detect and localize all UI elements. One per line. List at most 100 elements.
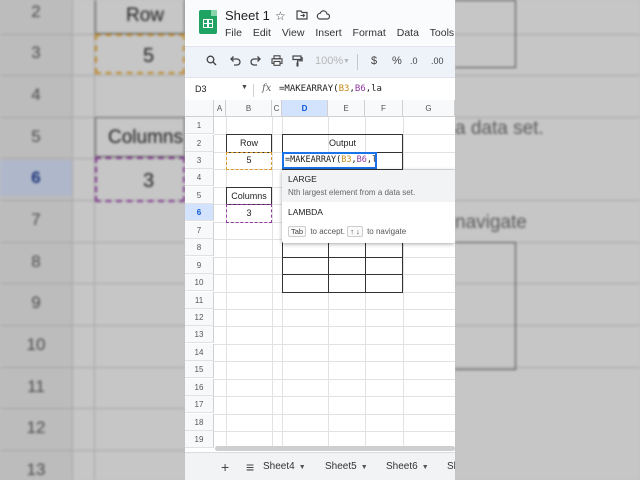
star-icon[interactable]: ☆ <box>275 9 286 23</box>
blurred-background-left: 2 3 4 5 6 7 8 9 10 11 12 13 Row 5 Column… <box>0 0 185 480</box>
autocomplete-hint: Tab to accept. ↑ ↓ to navigate <box>288 226 406 237</box>
menu-bar: File Edit View Insert Format Data Tools … <box>225 27 455 39</box>
phone-screen: Sheet 1 ☆ File Edit View Insert Format D… <box>185 0 455 480</box>
sheets-logo-icon[interactable] <box>199 10 217 34</box>
toolbar: 100% ▼ $ % .0 .00 <box>185 46 455 78</box>
row-header[interactable]: 16 <box>185 379 214 396</box>
bg-row-number: 8 <box>31 252 41 271</box>
row-header[interactable]: 11 <box>185 292 214 309</box>
autocomplete-item-large[interactable]: LARGE Nth largest element from a data se… <box>282 170 455 202</box>
column-header-f[interactable]: F <box>365 100 403 117</box>
column-header-b[interactable]: B <box>226 100 272 117</box>
arrow-keys: ↑ ↓ <box>347 226 363 237</box>
add-sheet-icon[interactable]: + <box>221 459 229 475</box>
formula-bar: D3 ▼ fx =MAKEARRAY(B3,B6,la <box>185 81 455 101</box>
currency-button[interactable]: $ <box>371 55 377 68</box>
name-box[interactable]: D3 <box>195 84 207 94</box>
menu-insert[interactable]: Insert <box>315 27 341 39</box>
menu-edit[interactable]: Edit <box>253 27 271 39</box>
row-header[interactable]: 9 <box>185 257 214 274</box>
blurred-background-right: a data set. navigate <box>455 0 640 480</box>
zoom-select[interactable]: 100% <box>315 55 343 68</box>
percent-button[interactable]: % <box>392 55 402 68</box>
menu-format[interactable]: Format <box>353 27 386 39</box>
paint-format-icon[interactable] <box>292 55 303 71</box>
column-header-g[interactable]: G <box>403 100 455 117</box>
cell-b3-row-value[interactable]: 5 <box>226 152 272 170</box>
increase-decimal-button[interactable]: .00 <box>431 55 444 68</box>
bg-row-number: 11 <box>27 377 45 396</box>
cell-b6-columns-value[interactable]: 3 <box>226 204 272 223</box>
row-header[interactable]: 17 <box>185 396 214 413</box>
sheet-tab-6[interactable]: Sheet6 ▼ <box>386 461 429 472</box>
row-header[interactable]: 2 <box>185 135 214 152</box>
bg-row-number: 7 <box>31 210 41 229</box>
bg-row-number: 5 <box>31 127 41 146</box>
bg-row-number: 13 <box>26 460 46 479</box>
undo-icon[interactable] <box>229 55 241 70</box>
bg-row-number: 4 <box>31 85 41 104</box>
name-box-caret-icon[interactable]: ▼ <box>241 84 248 91</box>
bg-row-number: 9 <box>31 293 41 312</box>
navigate-hint-text: to navigate <box>367 227 407 236</box>
row-header[interactable]: 14 <box>185 344 214 361</box>
tab-key: Tab <box>288 226 307 237</box>
row-header[interactable]: 6 <box>185 204 214 221</box>
cloud-icon[interactable] <box>316 9 331 23</box>
row-header[interactable]: 8 <box>185 239 214 256</box>
menu-view[interactable]: View <box>282 27 305 39</box>
row-header[interactable]: 18 <box>185 414 214 431</box>
row-header[interactable]: 12 <box>185 309 214 326</box>
menu-tools[interactable]: Tools <box>430 27 455 39</box>
sheet-tab-4[interactable]: Sheet4 ▼ <box>263 461 306 472</box>
decrease-decimal-button[interactable]: .0 <box>410 55 418 68</box>
output-header[interactable]: Output <box>282 134 403 153</box>
sheet-tab-7[interactable]: Sh <box>447 461 455 472</box>
cell-b5-columns-label[interactable]: Columns <box>226 187 272 205</box>
column-header-d[interactable]: D <box>282 100 328 117</box>
app-header: Sheet 1 ☆ File Edit View Insert Format D… <box>185 0 455 44</box>
bg-row-number: 6 <box>0 160 72 196</box>
column-header-e[interactable]: E <box>328 100 365 117</box>
document-title[interactable]: Sheet 1 <box>225 8 270 23</box>
row-header[interactable]: 13 <box>185 326 214 343</box>
bg-row-number: 3 <box>31 43 41 62</box>
bg-row-label: Row <box>95 0 185 34</box>
row-header[interactable]: 3 <box>185 152 214 169</box>
formula-input[interactable]: =MAKEARRAY(B3,B6,la <box>279 84 382 94</box>
row-header[interactable]: 7 <box>185 222 214 239</box>
spreadsheet-grid[interactable]: A B C D E F G 1 2 3 4 5 6 7 8 9 10 11 12… <box>185 100 455 450</box>
print-icon[interactable] <box>271 55 283 70</box>
move-folder-icon[interactable] <box>296 9 308 23</box>
row-header[interactable]: 5 <box>185 187 214 204</box>
accept-hint-text: to accept. <box>310 227 346 236</box>
fx-icon: fx <box>262 83 272 94</box>
bg-right-text: navigate <box>455 212 527 233</box>
row-header[interactable]: 1 <box>185 117 214 134</box>
all-sheets-menu-icon[interactable]: ≡ <box>246 459 254 475</box>
zoom-caret-icon[interactable]: ▼ <box>343 55 350 68</box>
function-autocomplete-popup: LARGE Nth largest element from a data se… <box>282 170 455 243</box>
active-cell-editor[interactable]: =MAKEARRAY(B3,B6,la <box>282 152 377 169</box>
horizontal-scrollbar[interactable] <box>215 446 455 451</box>
search-menus-icon[interactable] <box>206 55 217 70</box>
menu-data[interactable]: Data <box>397 27 419 39</box>
row-header[interactable]: 4 <box>185 169 214 186</box>
bg-columns-label: Columns <box>95 117 185 157</box>
redo-icon[interactable] <box>250 55 262 70</box>
row-header[interactable]: 19 <box>185 431 214 448</box>
sheet-tab-5[interactable]: Sheet5 ▼ <box>325 461 368 472</box>
bg-row-number: 10 <box>26 335 46 354</box>
row-header[interactable]: 10 <box>185 274 214 291</box>
row-header[interactable]: 15 <box>185 361 214 378</box>
sheet-tab-bar: + ≡ Sheet4▼ Sheet5▼ Sheet6▼ Sh <box>185 452 455 480</box>
bg-row-number: 12 <box>26 418 46 437</box>
bg-row-number: 2 <box>31 2 41 21</box>
menu-file[interactable]: File <box>225 27 242 39</box>
column-header-a[interactable]: A <box>214 100 226 117</box>
autocomplete-item-lambda[interactable]: LAMBDA <box>288 207 323 217</box>
bg-right-text: a data set. <box>455 118 544 139</box>
select-all-corner[interactable] <box>185 100 214 117</box>
column-header-c[interactable]: C <box>272 100 282 117</box>
cell-b2-row-label[interactable]: Row <box>226 134 272 153</box>
